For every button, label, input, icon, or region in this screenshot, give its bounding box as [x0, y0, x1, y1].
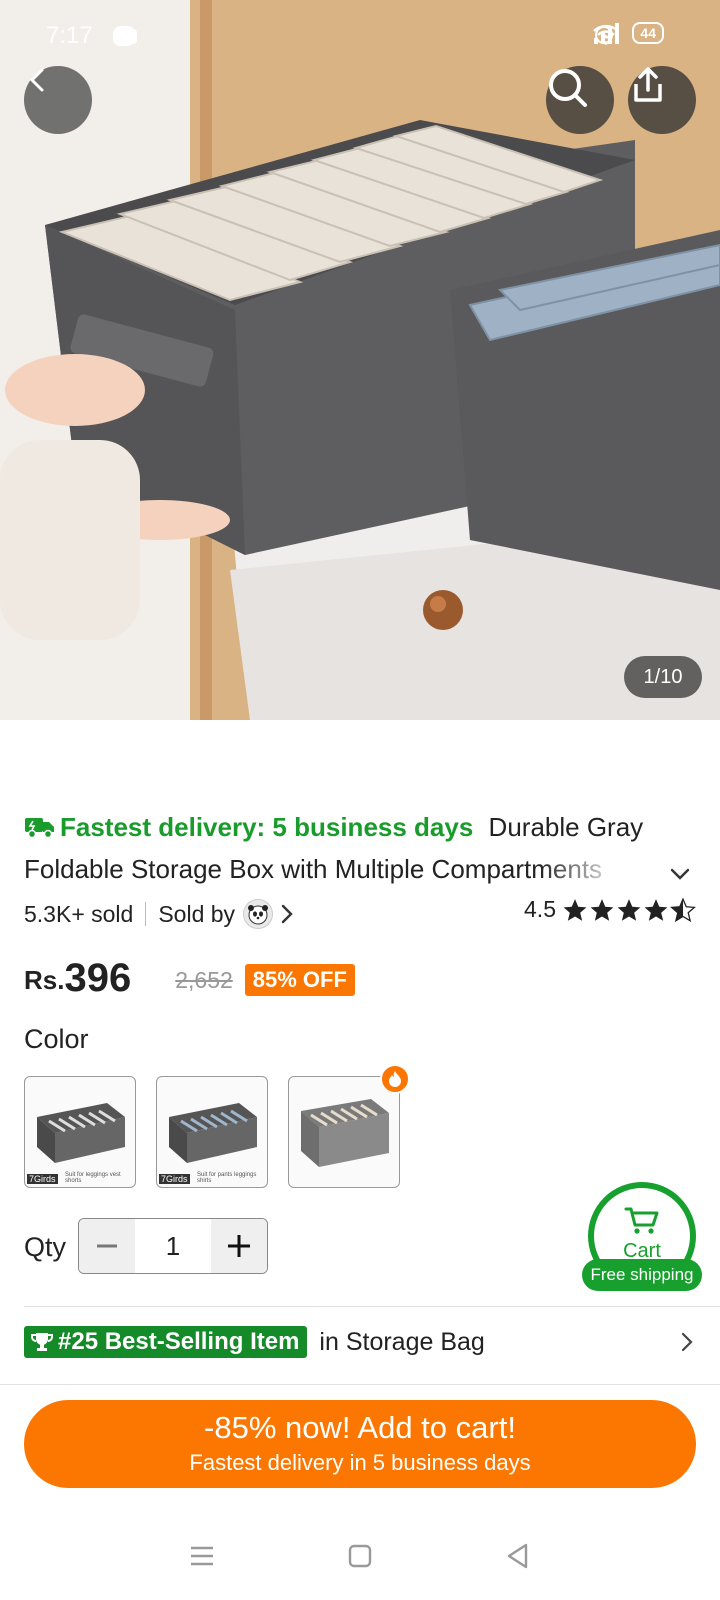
back-button[interactable]	[24, 66, 92, 134]
star-half-icon	[670, 897, 696, 922]
image-counter: 1/10	[624, 656, 702, 698]
back-nav-icon[interactable]	[504, 1542, 532, 1570]
color-option-2[interactable]: 7Girds Suit for pants leggings shirts	[156, 1076, 268, 1188]
quantity-label: Qty	[24, 1232, 67, 1262]
rating-value: 4.5	[524, 896, 556, 922]
sold-count: 5.3K+ sold	[24, 900, 134, 927]
best-seller-category: in Storage Bag	[319, 1327, 485, 1356]
add-to-cart-label: -85% now! Add to cart!	[204, 1410, 516, 1445]
sales-info-row: 5.3K+ sold Sold by 4.5	[24, 896, 696, 932]
battery-indicator: 44	[632, 22, 664, 44]
status-bar: 7:17 44	[0, 0, 720, 72]
quantity-value[interactable]: 1	[135, 1219, 211, 1273]
youtube-icon	[113, 24, 204, 48]
search-icon	[549, 69, 587, 107]
quantity-stepper: 1	[78, 1218, 268, 1274]
product-title[interactable]: Fastest delivery: 5 business days Durabl…	[24, 806, 664, 890]
current-price: 396	[64, 956, 132, 1000]
color-options: 7Girds Suit for leggings vest shorts 7Gi…	[24, 1076, 400, 1188]
delivery-text: Fastest delivery: 5 business days	[60, 812, 474, 842]
star-rating	[562, 897, 696, 923]
search-button[interactable]	[546, 66, 614, 134]
instagram-icon	[114, 24, 170, 48]
system-nav-bar	[0, 1512, 720, 1600]
color-label: Color	[24, 1024, 89, 1054]
rating[interactable]: 4.5	[524, 896, 696, 923]
title-text-line2: Foldable Storage Box with Multiple Compa…	[24, 854, 603, 884]
free-shipping-badge: Free shipping	[582, 1259, 702, 1291]
swatch-tag: 7Girds	[159, 1174, 190, 1184]
dot-icon	[120, 24, 272, 48]
divider	[24, 1306, 720, 1307]
price-row: Rs. 396 2,652 85% OFF	[24, 950, 355, 1000]
divider	[0, 1384, 720, 1385]
swatch-image	[301, 1099, 389, 1167]
best-seller-rank: #25 Best-Selling Item	[58, 1328, 300, 1355]
increase-button[interactable]	[211, 1219, 267, 1273]
star-full-icon	[590, 898, 614, 921]
swatch-note: Suit for leggings vest shorts	[65, 1172, 121, 1184]
flame-icon	[389, 1071, 401, 1087]
sold-by-label[interactable]: Sold by	[158, 901, 235, 928]
status-time: 7:17	[46, 22, 93, 49]
currency: Rs.	[24, 965, 65, 995]
add-to-cart-sublabel: Fastest delivery in 5 business days	[189, 1450, 531, 1475]
divider	[145, 902, 147, 926]
original-price: 2,652	[175, 967, 233, 993]
share-button[interactable]	[628, 66, 696, 134]
trophy-icon	[31, 1333, 53, 1351]
product-image[interactable]: 7:17 44 1/10	[0, 0, 720, 720]
minus-icon	[97, 1244, 117, 1248]
home-icon[interactable]	[346, 1542, 374, 1570]
discount-badge: 85% OFF	[244, 964, 355, 996]
swatch-tag: 7Girds	[27, 1174, 58, 1184]
best-seller-row[interactable]: #25 Best-Selling Item in Storage Bag	[24, 1314, 696, 1370]
color-option-1[interactable]: 7Girds Suit for leggings vest shorts	[24, 1076, 136, 1188]
chevron-down-icon[interactable]	[668, 862, 692, 886]
color-option-3[interactable]	[288, 1076, 400, 1188]
chevron-right-icon	[681, 1332, 693, 1352]
add-to-cart-button[interactable]: -85% now! Add to cart! Fastest delivery …	[24, 1400, 696, 1488]
star-full-icon	[644, 898, 668, 921]
menu-icon[interactable]	[188, 1542, 216, 1570]
star-full-icon	[563, 898, 587, 921]
star-full-icon	[617, 898, 641, 921]
plus-icon	[228, 1235, 250, 1257]
chevron-right-icon[interactable]	[279, 903, 295, 925]
share-icon	[634, 67, 662, 102]
title-text-line1: Durable Gray	[488, 812, 644, 842]
swatch-note: Suit for pants leggings shirts	[197, 1172, 257, 1184]
cart-icon	[624, 1207, 659, 1234]
snapchat-icon	[116, 24, 238, 48]
panda-icon	[248, 905, 269, 925]
chevron-left-icon	[29, 68, 44, 92]
best-seller-badge: #25 Best-Selling Item	[24, 1326, 308, 1358]
seller-avatar[interactable]	[243, 899, 274, 929]
hot-badge	[380, 1064, 410, 1094]
decrease-button[interactable]	[79, 1219, 135, 1273]
delivery-truck-icon	[25, 818, 54, 839]
